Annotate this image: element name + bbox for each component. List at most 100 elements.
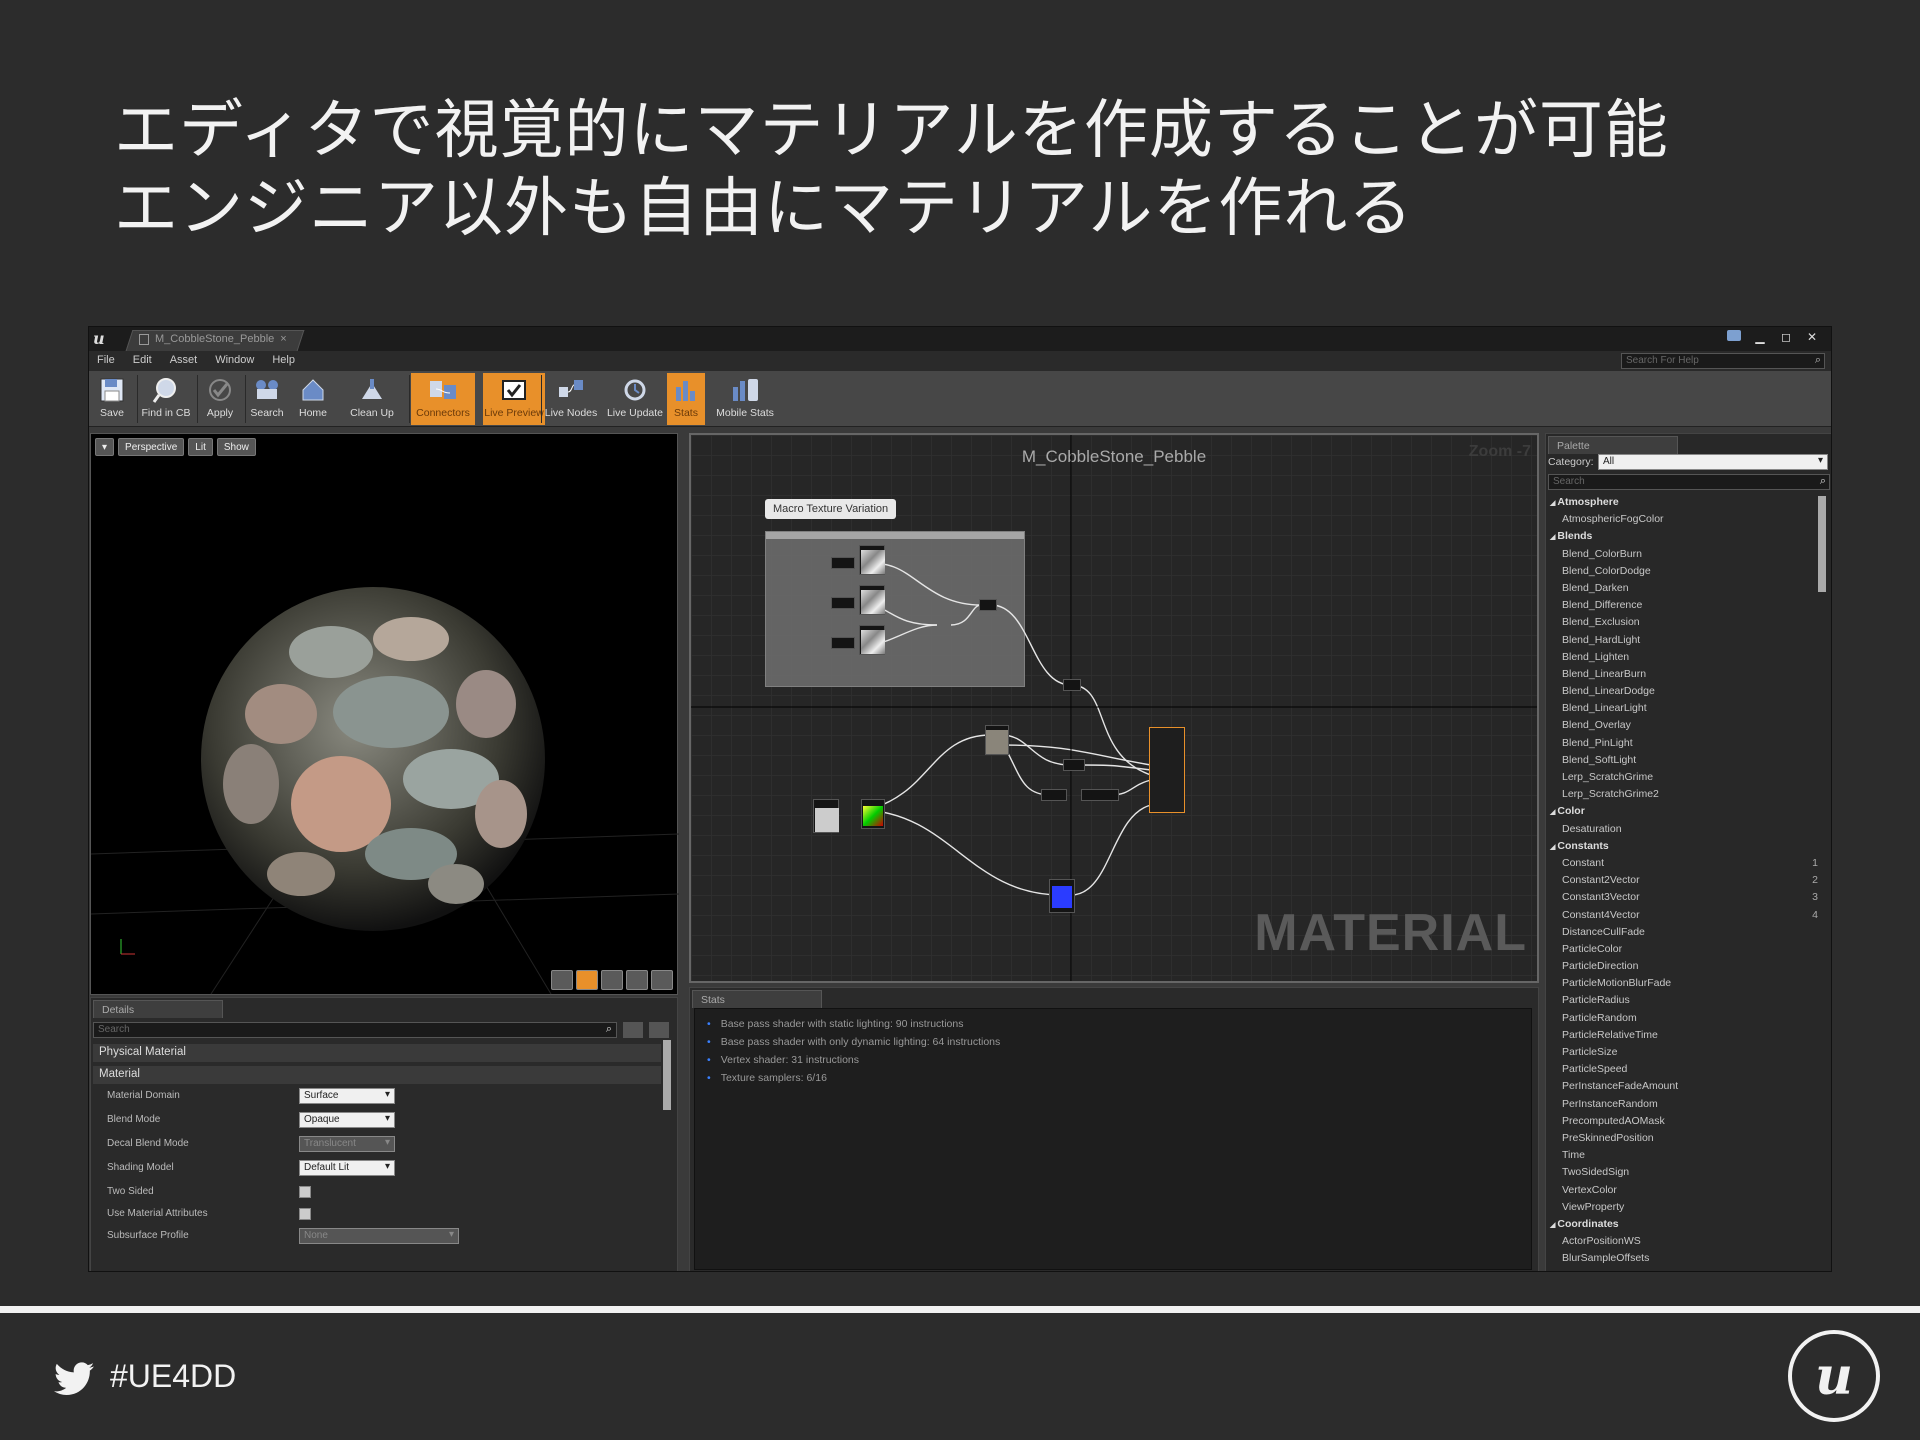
- palette-item[interactable]: Blend_ColorDodge: [1550, 565, 1818, 582]
- details-scrollbar[interactable]: [663, 1040, 671, 1110]
- texture-sample-node[interactable]: [859, 625, 885, 655]
- palette-item[interactable]: AtmosphericFogColor: [1550, 513, 1818, 530]
- live-preview-button[interactable]: Live Preview: [483, 373, 545, 425]
- menu-help[interactable]: Help: [272, 354, 295, 366]
- menu-asset[interactable]: Asset: [170, 354, 198, 366]
- palette-item[interactable]: Desaturation: [1550, 823, 1818, 840]
- graph-node[interactable]: [831, 637, 855, 649]
- custom-mesh-button[interactable]: [651, 970, 673, 990]
- document-tab-close-icon[interactable]: ×: [280, 333, 286, 345]
- palette-item[interactable]: Time: [1550, 1149, 1818, 1166]
- palette-item[interactable]: ParticleSpeed: [1550, 1063, 1818, 1080]
- stats-tab[interactable]: Stats: [692, 990, 822, 1008]
- palette-item[interactable]: Blend_Lighten: [1550, 651, 1818, 668]
- maximize-button[interactable]: ◻: [1775, 329, 1797, 345]
- palette-item[interactable]: Constant4Vector 4: [1550, 909, 1818, 926]
- palette-item[interactable]: ParticleRelativeTime: [1550, 1029, 1818, 1046]
- palette-item[interactable]: ParticleSize: [1550, 1046, 1818, 1063]
- palette-item[interactable]: Lerp_ScratchGrime2: [1550, 788, 1818, 805]
- preview-viewport[interactable]: ▾ Perspective Lit Show: [90, 433, 679, 995]
- palette-item[interactable]: ParticleRandom: [1550, 1012, 1818, 1029]
- mobile-stats-button[interactable]: Mobile Stats: [709, 373, 781, 425]
- graph-node[interactable]: [1081, 789, 1119, 801]
- sphere-shape-button[interactable]: [576, 970, 598, 990]
- texture-sample-node[interactable]: [813, 799, 839, 833]
- palette-item[interactable]: Blend_SoftLight: [1550, 754, 1818, 771]
- texture-sample-node[interactable]: [859, 545, 885, 575]
- gradient-node[interactable]: [861, 799, 885, 829]
- graph-node[interactable]: [831, 597, 855, 609]
- property-dropdown[interactable]: Surface: [299, 1088, 395, 1104]
- palette-item[interactable]: PerInstanceRandom: [1550, 1098, 1818, 1115]
- palette-item[interactable]: BlurSampleOffsets: [1550, 1252, 1818, 1269]
- palette-item[interactable]: Blend_Darken: [1550, 582, 1818, 599]
- property-dropdown[interactable]: Default Lit: [299, 1160, 395, 1176]
- home-button[interactable]: Home: [293, 373, 333, 425]
- palette-item[interactable]: Blend_Difference: [1550, 599, 1818, 616]
- stats-button[interactable]: Stats: [667, 373, 705, 425]
- material-result-node[interactable]: [1149, 727, 1185, 813]
- expand-arrow-icon[interactable]: ◢: [1550, 500, 1555, 507]
- expand-arrow-icon[interactable]: ◢: [1550, 534, 1555, 541]
- palette-item[interactable]: Blend_ColorBurn: [1550, 548, 1818, 565]
- connectors-button[interactable]: Connectors: [411, 373, 475, 425]
- palette-item[interactable]: Blend_LinearLight: [1550, 702, 1818, 719]
- details-search-input[interactable]: Search ⌕: [93, 1022, 617, 1038]
- normal-map-node[interactable]: [1049, 879, 1075, 913]
- palette-item[interactable]: Blend_Exclusion: [1550, 616, 1818, 633]
- palette-search-input[interactable]: Search ⌕: [1548, 474, 1830, 490]
- graph-node[interactable]: [1041, 789, 1067, 801]
- palette-category[interactable]: ◢ Constants: [1550, 840, 1818, 857]
- expand-arrow-icon[interactable]: ◢: [1550, 844, 1555, 851]
- clean-up-button[interactable]: Clean Up: [341, 373, 403, 425]
- palette-item[interactable]: ParticleDirection: [1550, 960, 1818, 977]
- cube-shape-button[interactable]: [626, 970, 648, 990]
- palette-item[interactable]: Lerp_ScratchGrime: [1550, 771, 1818, 788]
- palette-tab[interactable]: Palette: [1548, 436, 1678, 454]
- live-nodes-button[interactable]: Live Nodes: [543, 373, 599, 425]
- expand-arrow-icon[interactable]: ◢: [1550, 809, 1555, 816]
- search-button[interactable]: Search: [247, 373, 287, 425]
- menu-file[interactable]: File: [97, 354, 115, 366]
- help-search-input[interactable]: Search For Help ⌕: [1621, 353, 1825, 369]
- category-material[interactable]: Material: [93, 1066, 661, 1084]
- texture-sample-node[interactable]: [985, 725, 1009, 755]
- close-window-button[interactable]: ✕: [1801, 329, 1823, 345]
- palette-item[interactable]: Blend_LinearBurn: [1550, 668, 1818, 685]
- property-dropdown[interactable]: None: [299, 1228, 459, 1244]
- palette-item[interactable]: ActorPositionWS: [1550, 1235, 1818, 1252]
- palette-item[interactable]: VertexColor: [1550, 1184, 1818, 1201]
- details-tab[interactable]: Details: [93, 1000, 223, 1018]
- property-checkbox[interactable]: [299, 1208, 311, 1220]
- palette-item[interactable]: Blend_Overlay: [1550, 719, 1818, 736]
- expand-arrow-icon[interactable]: ◢: [1550, 1222, 1555, 1229]
- graph-node[interactable]: [1063, 759, 1085, 771]
- menu-edit[interactable]: Edit: [133, 354, 152, 366]
- graph-node[interactable]: [1063, 679, 1081, 691]
- material-graph[interactable]: M_CobbleStone_Pebble Zoom -7 Macro Textu…: [689, 433, 1539, 983]
- palette-item[interactable]: ParticleMotionBlurFade: [1550, 977, 1818, 994]
- texture-sample-node[interactable]: [859, 585, 885, 615]
- cylinder-shape-button[interactable]: [551, 970, 573, 990]
- apply-button[interactable]: Apply: [199, 373, 241, 425]
- property-checkbox[interactable]: [299, 1186, 311, 1198]
- palette-item[interactable]: Constant2Vector 2: [1550, 874, 1818, 891]
- property-dropdown[interactable]: Opaque: [299, 1112, 395, 1128]
- live-update-button[interactable]: Live Update: [601, 373, 669, 425]
- palette-item[interactable]: Blend_LinearDodge: [1550, 685, 1818, 702]
- palette-item[interactable]: Blend_PinLight: [1550, 737, 1818, 754]
- menu-window[interactable]: Window: [215, 354, 254, 366]
- palette-item[interactable]: Blend_HardLight: [1550, 634, 1818, 651]
- category-physical-material[interactable]: Physical Material: [93, 1044, 661, 1062]
- palette-item[interactable]: Constant 1: [1550, 857, 1818, 874]
- palette-item[interactable]: PreSkinnedPosition: [1550, 1132, 1818, 1149]
- palette-scrollbar[interactable]: [1818, 496, 1826, 592]
- view-options-eye-icon[interactable]: [649, 1022, 669, 1038]
- palette-category[interactable]: ◢ Blends: [1550, 530, 1818, 547]
- palette-item[interactable]: ParticleColor: [1550, 943, 1818, 960]
- palette-item[interactable]: ViewProperty: [1550, 1201, 1818, 1218]
- graph-node[interactable]: [831, 557, 855, 569]
- palette-item[interactable]: PerInstanceFadeAmount: [1550, 1080, 1818, 1097]
- palette-category[interactable]: ◢ Color: [1550, 805, 1818, 822]
- palette-item[interactable]: TwoSidedSign: [1550, 1166, 1818, 1183]
